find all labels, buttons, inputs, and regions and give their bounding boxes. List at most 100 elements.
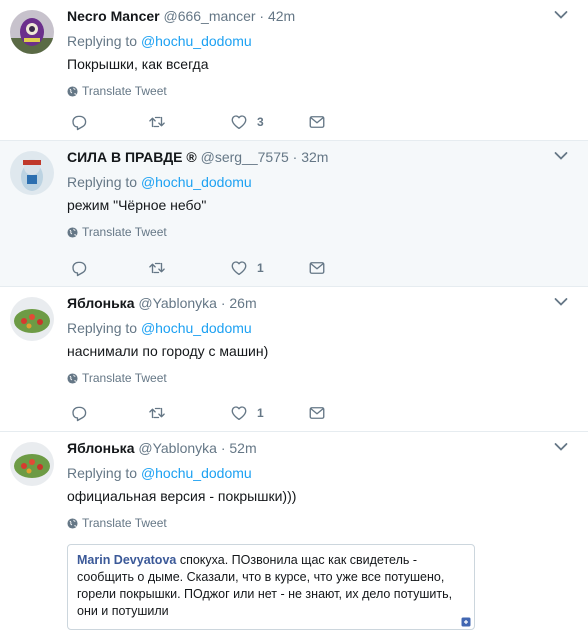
tweet-text: Покрышки, как всегда: [67, 56, 209, 72]
like-button[interactable]: 1: [230, 403, 264, 423]
username[interactable]: @666_mancer: [163, 8, 255, 24]
translate-label: Translate Tweet: [82, 84, 167, 98]
tweet-actions: 1: [70, 258, 340, 278]
chevron-down-icon[interactable]: [554, 10, 568, 20]
globe-icon: [67, 373, 78, 384]
tweet-header: Яблонька @Yablonyka · 52m: [67, 438, 257, 458]
display-name[interactable]: Яблонька: [67, 440, 134, 456]
timestamp[interactable]: 52m: [229, 440, 256, 456]
replying-to: Replying to @hochu_dodomu: [67, 172, 252, 192]
direct-message-button[interactable]: [308, 258, 326, 278]
like-count: 3: [257, 115, 264, 129]
mail-icon: [308, 113, 326, 131]
direct-message-button[interactable]: [308, 403, 326, 423]
display-name[interactable]: Necro Mancer: [67, 8, 160, 24]
retweet-button[interactable]: [148, 258, 166, 278]
display-name[interactable]: СИЛА В ПРАВДЕ ®: [67, 149, 197, 165]
replying-to-mention[interactable]: @hochu_dodomu: [141, 174, 252, 190]
avatar-image: [10, 10, 54, 54]
heart-icon: [230, 404, 248, 422]
translate-tweet-link[interactable]: Translate Tweet: [67, 224, 167, 240]
tweet-1[interactable]: Necro Mancer @666_mancer · 42m Replying …: [0, 0, 588, 141]
display-name[interactable]: Яблонька: [67, 295, 134, 311]
comment-text-1: спокуха. ПОзвонила щас как свидетель -: [176, 553, 418, 567]
comment-line-1: Marin Devyatova спокуха. ПОзвонила щас к…: [77, 552, 465, 569]
like-count: 1: [257, 406, 264, 420]
username[interactable]: @serg__7575: [201, 149, 289, 165]
translate-tweet-link[interactable]: Translate Tweet: [67, 83, 167, 99]
avatar[interactable]: [10, 10, 54, 54]
tweet-header: Яблонька @Yablonyka · 26m: [67, 293, 257, 313]
tweet-3[interactable]: Яблонька @Yablonyka · 26m Replying to @h…: [0, 287, 588, 432]
replying-to-label: Replying to: [67, 174, 138, 190]
translate-tweet-link[interactable]: Translate Tweet: [67, 370, 167, 386]
replying-to-mention[interactable]: @hochu_dodomu: [141, 320, 252, 336]
chevron-down-icon[interactable]: [554, 151, 568, 161]
globe-icon: [67, 86, 78, 97]
reply-icon: [70, 259, 88, 277]
replying-to: Replying to @hochu_dodomu: [67, 31, 252, 51]
tweet-header: СИЛА В ПРАВДЕ ® @serg__7575 · 32m: [67, 147, 328, 167]
replying-to: Replying to @hochu_dodomu: [67, 318, 252, 338]
replying-to-label: Replying to: [67, 33, 138, 49]
comment-line-3: горели покрышки. ПОджог или нет - не зна…: [77, 587, 453, 601]
username[interactable]: @Yablonyka: [138, 440, 217, 456]
chevron-down-icon[interactable]: [554, 297, 568, 307]
mail-icon: [308, 259, 326, 277]
retweet-icon: [148, 113, 166, 131]
comment-line-4: они и потушили: [77, 604, 169, 618]
avatar-image: [10, 151, 54, 195]
translate-label: Translate Tweet: [82, 371, 167, 385]
separator-dot: ·: [259, 8, 265, 24]
embedded-comment-image[interactable]: Marin Devyatova спокуха. ПОзвонила щас к…: [67, 544, 475, 630]
translate-tweet-link[interactable]: Translate Tweet: [67, 515, 167, 531]
reply-icon: [70, 113, 88, 131]
tweet-text: наснимали по городу с машин): [67, 343, 269, 359]
reply-button[interactable]: [70, 258, 88, 278]
separator-dot: ·: [292, 149, 298, 165]
retweet-button[interactable]: [148, 112, 166, 132]
translate-label: Translate Tweet: [82, 516, 167, 530]
tweet-header: Necro Mancer @666_mancer · 42m: [67, 6, 295, 26]
replying-to: Replying to @hochu_dodomu: [67, 463, 252, 483]
replying-to-label: Replying to: [67, 465, 138, 481]
tweet-text: официальная версия - покрышки))): [67, 488, 297, 504]
like-button[interactable]: 3: [230, 112, 264, 132]
comment-options-icon: [461, 617, 471, 627]
globe-icon: [67, 518, 78, 529]
avatar[interactable]: [10, 151, 54, 195]
heart-icon: [230, 113, 248, 131]
mail-icon: [308, 404, 326, 422]
like-button[interactable]: 1: [230, 258, 264, 278]
username[interactable]: @Yablonyka: [138, 295, 217, 311]
timestamp[interactable]: 32m: [301, 149, 328, 165]
retweet-button[interactable]: [148, 403, 166, 423]
heart-icon: [230, 259, 248, 277]
timestamp[interactable]: 42m: [268, 8, 295, 24]
tweet-actions: 3: [70, 112, 340, 132]
retweet-icon: [148, 259, 166, 277]
tweet-text: режим "Чёрное небо": [67, 197, 207, 213]
replying-to-mention[interactable]: @hochu_dodomu: [141, 465, 252, 481]
reply-button[interactable]: [70, 112, 88, 132]
avatar-image: [10, 297, 54, 341]
reply-button[interactable]: [70, 403, 88, 423]
avatar-image: [10, 442, 54, 486]
avatar[interactable]: [10, 297, 54, 341]
reply-icon: [70, 404, 88, 422]
replying-to-mention[interactable]: @hochu_dodomu: [141, 33, 252, 49]
comment-line-2: сообщить о дыме. Сказали, что в курсе, ч…: [77, 570, 445, 584]
direct-message-button[interactable]: [308, 112, 326, 132]
retweet-icon: [148, 404, 166, 422]
timestamp[interactable]: 26m: [229, 295, 256, 311]
tweet-2[interactable]: СИЛА В ПРАВДЕ ® @serg__7575 · 32m Replyi…: [0, 141, 588, 287]
chevron-down-icon[interactable]: [554, 442, 568, 452]
like-count: 1: [257, 261, 264, 275]
separator-dot: ·: [220, 440, 226, 456]
tweet-actions: 1: [70, 403, 340, 423]
replying-to-label: Replying to: [67, 320, 138, 336]
comment-author[interactable]: Marin Devyatova: [77, 553, 176, 567]
translate-label: Translate Tweet: [82, 225, 167, 239]
avatar[interactable]: [10, 442, 54, 486]
separator-dot: ·: [220, 295, 226, 311]
